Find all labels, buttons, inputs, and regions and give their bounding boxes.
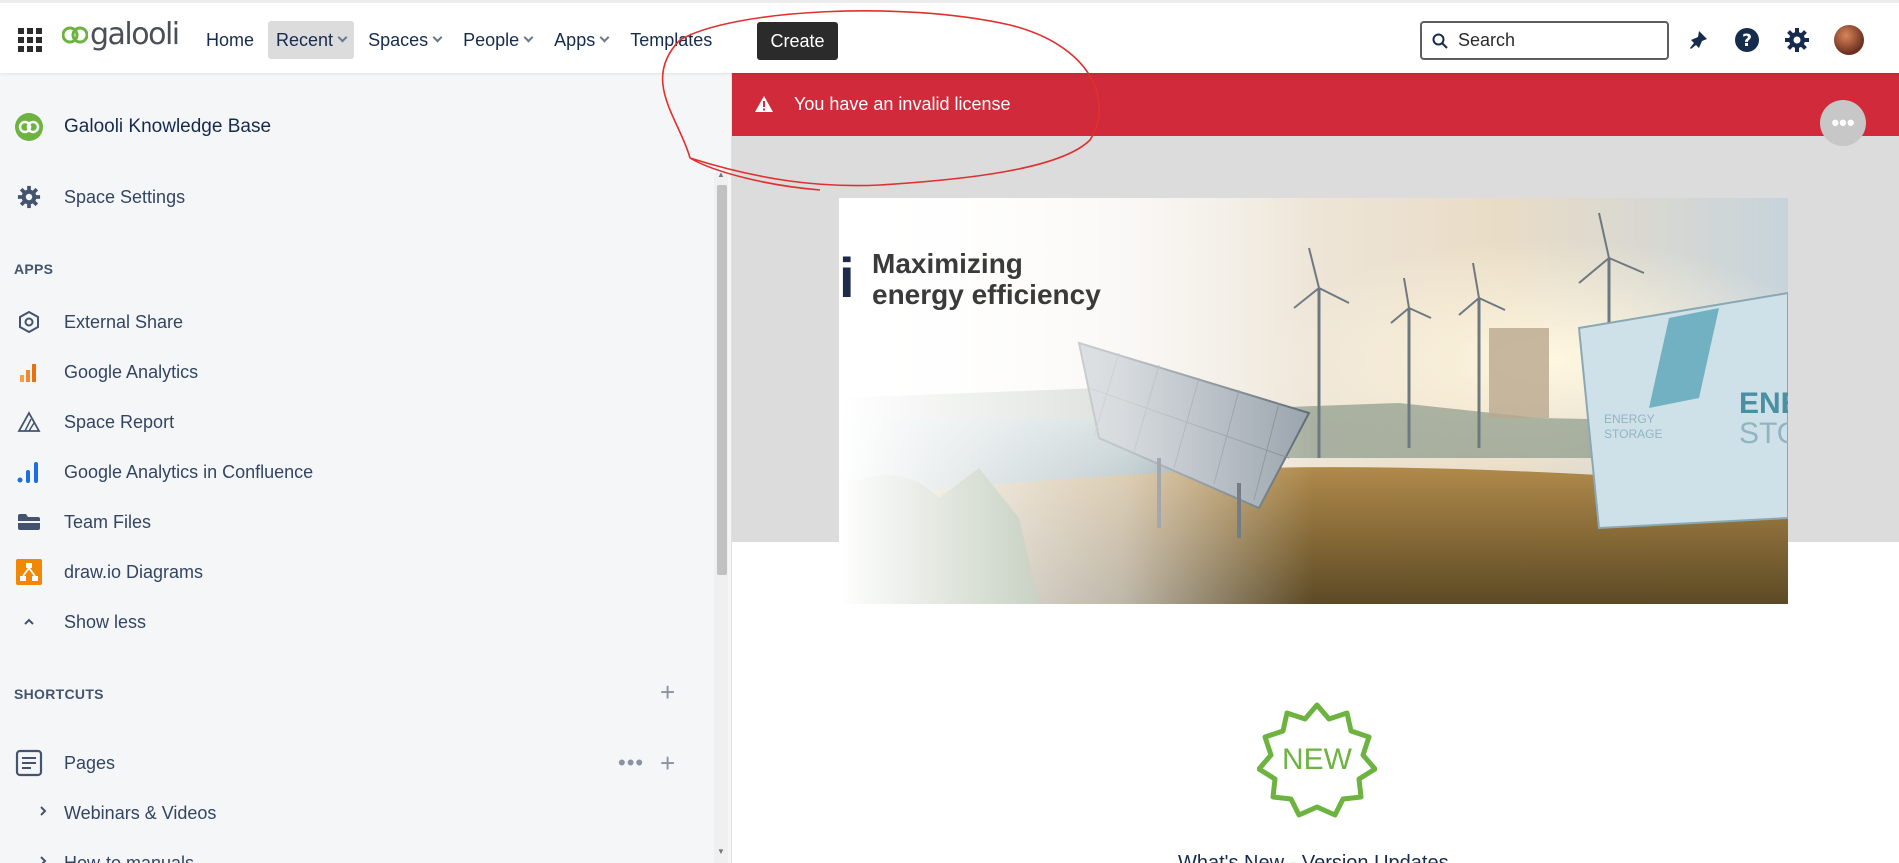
tree-item-label: Webinars & Videos [64, 802, 217, 823]
show-less-toggle[interactable]: Show less [0, 602, 700, 642]
nav-home-label: Home [206, 29, 255, 50]
hero-banner-image: ENER STOR ENERGY STORAGE i Maximizing en… [839, 198, 1788, 604]
gear-icon [14, 182, 44, 212]
sidebar-scrollbar[interactable]: ▲ ▼ [714, 170, 728, 863]
chevron-down-icon [432, 32, 443, 43]
sidebar-item-team-files[interactable]: Team Files [0, 502, 700, 542]
chevron-up-icon [14, 607, 44, 637]
sidebar-item-label: Google Analytics [64, 361, 199, 382]
space-sidebar: Galooli Knowledge Base Space Settings AP… [0, 73, 731, 863]
tree-item-label: How-to manuals [64, 852, 195, 863]
help-icon[interactable]: ? [1733, 26, 1761, 54]
more-options-button[interactable]: ••• [1820, 100, 1866, 146]
new-badge-text: NEW [1282, 743, 1352, 776]
warning-icon [755, 96, 773, 112]
new-badge: NEW [1256, 701, 1378, 826]
app-switcher-icon[interactable] [18, 28, 42, 52]
chevron-down-icon [599, 32, 610, 43]
shortcuts-heading: SHORTCUTS [14, 686, 104, 702]
show-less-label: Show less [64, 611, 147, 632]
nav-templates[interactable]: Templates [622, 21, 720, 59]
space-logo-icon [14, 112, 44, 142]
alert-text: You have an invalid license [794, 94, 1011, 114]
page-content: You have an invalid license ••• i Maximi… [732, 73, 1899, 863]
sidebar-item-drawio[interactable]: draw.io Diagrams [0, 552, 700, 592]
logo-text: galooli [90, 17, 180, 52]
search-icon [1432, 33, 1448, 49]
sidebar-item-google-analytics[interactable]: Google Analytics [0, 352, 700, 392]
galooli-logo-icon [62, 26, 88, 44]
chevron-down-icon [337, 32, 348, 43]
team-files-icon [14, 507, 44, 537]
sidebar-item-google-analytics-confluence[interactable]: Google Analytics in Confluence [0, 452, 700, 492]
hero-info-letter: i [839, 246, 855, 309]
chevron-right-icon[interactable] [38, 804, 48, 822]
add-page-plus-icon[interactable]: + [660, 750, 675, 776]
nav-spaces-label: Spaces [368, 29, 429, 50]
sidebar-item-label: External Share [64, 311, 184, 332]
nav-apps-label: Apps [554, 29, 596, 50]
tree-item-how-to[interactable]: How-to manuals [0, 843, 700, 863]
drawio-icon [14, 557, 44, 587]
scroll-thumb[interactable] [717, 185, 727, 575]
sidebar-item-label: Google Analytics in Confluence [64, 461, 314, 482]
external-share-icon [14, 307, 44, 337]
sidebar-item-label: Team Files [64, 511, 152, 532]
pages-icon [14, 748, 44, 778]
nav-apps[interactable]: Apps [546, 21, 616, 59]
search-input[interactable] [1458, 30, 1648, 51]
avatar[interactable] [1834, 25, 1864, 55]
nav-recent-label: Recent [276, 29, 334, 50]
notifications-icon[interactable] [1684, 26, 1712, 54]
content-card: ENER STOR ENERGY STORAGE i Maximizing en… [839, 198, 1788, 863]
chevron-down-icon [523, 32, 534, 43]
scroll-up-arrow-icon[interactable]: ▲ [717, 170, 725, 179]
nav-home[interactable]: Home [198, 21, 262, 59]
license-alert-banner: You have an invalid license [732, 73, 1899, 136]
nav-recent[interactable]: Recent [268, 21, 355, 59]
sidebar-item-label: draw.io Diagrams [64, 561, 204, 582]
settings-icon[interactable] [1783, 26, 1811, 54]
pages-label: Pages [64, 752, 116, 773]
google-analytics-icon [14, 357, 44, 387]
section-heading: What's New - Version Updates [1178, 852, 1449, 863]
apps-heading: APPS [14, 261, 54, 277]
hero-title: Maximizing energy efficiency [872, 248, 1101, 310]
more-actions-icon[interactable]: ••• [618, 750, 644, 776]
nav-spaces[interactable]: Spaces [360, 21, 449, 59]
nav-templates-label: Templates [630, 29, 713, 50]
nav-people[interactable]: People [455, 21, 540, 59]
space-name: Galooli Knowledge Base [64, 116, 272, 137]
analytics-bars-icon [14, 457, 44, 487]
svg-text:?: ? [1742, 31, 1752, 51]
main-nav: Home Recent Spaces People Apps Templates [198, 21, 726, 59]
scroll-down-arrow-icon[interactable]: ▼ [717, 847, 725, 856]
space-settings-link[interactable]: Space Settings [0, 177, 700, 217]
tree-item-webinars[interactable]: Webinars & Videos [0, 793, 700, 833]
galooli-logo[interactable]: galooli [62, 17, 180, 52]
sidebar-item-label: Space Report [64, 411, 175, 432]
create-button[interactable]: Create [757, 22, 838, 60]
search-box[interactable] [1420, 21, 1669, 60]
sidebar-item-space-report[interactable]: Space Report [0, 402, 700, 442]
chevron-right-icon[interactable] [38, 854, 48, 863]
space-settings-label: Space Settings [64, 186, 186, 207]
sidebar-item-external-share[interactable]: External Share [0, 302, 700, 342]
add-shortcut-plus-icon[interactable]: + [660, 679, 675, 705]
top-navigation-bar: galooli Home Recent Spaces People Apps T… [0, 0, 1899, 73]
nav-people-label: People [463, 29, 520, 50]
pages-link[interactable]: Pages ••• + [0, 743, 700, 783]
space-home-link[interactable]: Galooli Knowledge Base [0, 107, 700, 147]
space-report-icon [14, 407, 44, 437]
